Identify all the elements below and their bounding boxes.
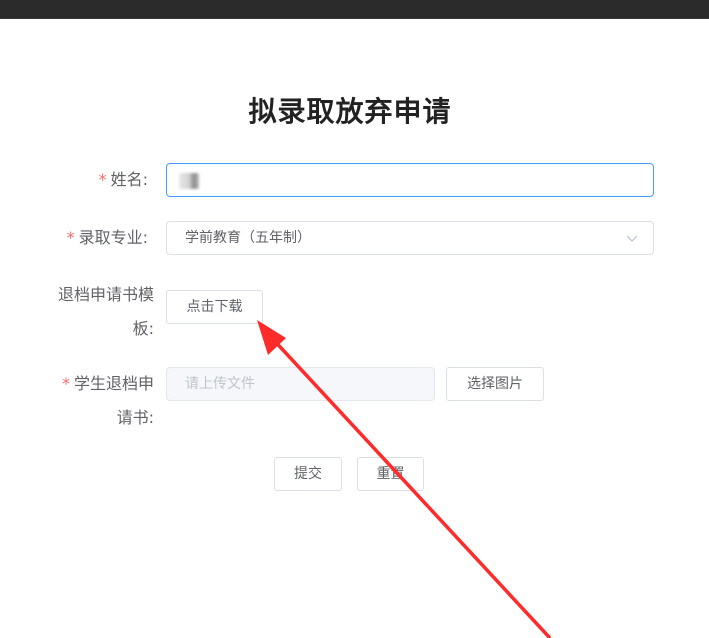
required-mark: *: [66, 228, 75, 247]
upload-label: * 学生退档申 请书:: [30, 367, 154, 435]
upload-label-line2: 请书:: [116, 408, 154, 427]
template-label: 退档申请书模 板:: [30, 278, 154, 346]
major-label-text: 录取专业:: [78, 228, 148, 247]
required-mark: *: [61, 374, 70, 393]
template-label-line2: 板:: [132, 319, 154, 338]
reset-button[interactable]: 重置: [357, 457, 424, 491]
name-input[interactable]: [166, 163, 654, 197]
name-label-text: 姓名:: [110, 170, 148, 189]
major-selected-value: 学前教育（五年制）: [185, 230, 311, 246]
submit-button[interactable]: 提交: [274, 457, 342, 491]
redacted-name: [179, 173, 199, 189]
chevron-down-icon: [626, 235, 638, 242]
major-select[interactable]: 学前教育（五年制）: [166, 221, 654, 255]
required-mark: *: [98, 170, 107, 189]
major-label: * 录取专业:: [30, 221, 148, 255]
download-template-button[interactable]: 点击下载: [166, 290, 263, 324]
upload-placeholder: 请上传文件: [185, 376, 255, 392]
page-title: 拟录取放弃申请: [248, 95, 452, 128]
choose-image-button[interactable]: 选择图片: [446, 367, 544, 401]
upload-label-line1: 学生退档申: [73, 374, 154, 393]
name-label: * 姓名:: [60, 163, 148, 197]
template-label-line1: 退档申请书模: [57, 285, 154, 304]
upload-file-input[interactable]: 请上传文件: [166, 367, 435, 401]
form-page: 拟录取放弃申请 * 姓名: * 录取专业: 学前教育（五年制） 退档申请书模 板: …: [0, 0, 709, 638]
